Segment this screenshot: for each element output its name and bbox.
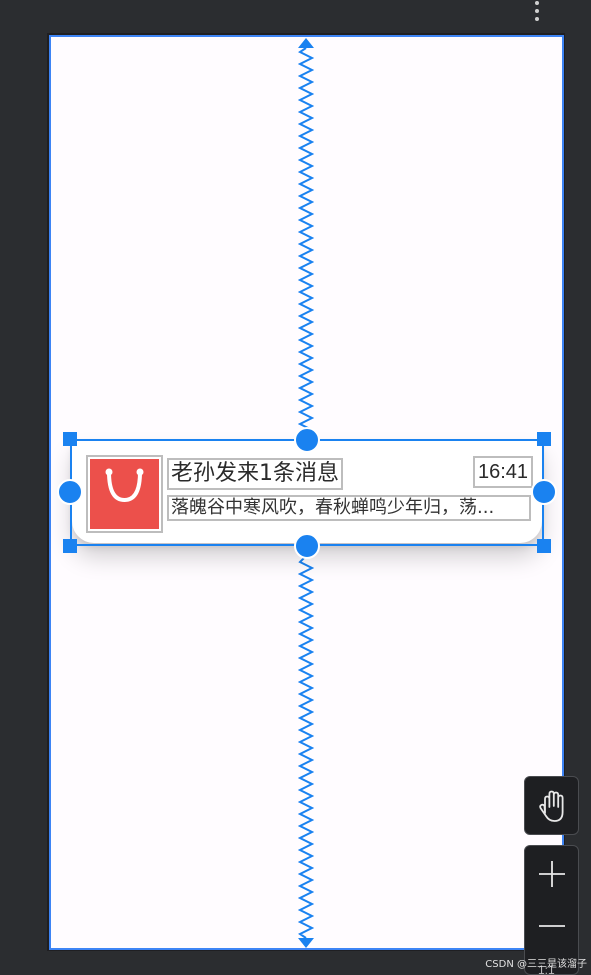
zoom-out-button[interactable] [525, 901, 580, 956]
constraint-anchor-right[interactable] [531, 479, 557, 505]
minus-icon [539, 925, 565, 927]
constraint-anchor-left[interactable] [57, 479, 83, 505]
resize-handle-bottom-right[interactable] [537, 539, 551, 553]
bottom-constraint-line[interactable] [298, 556, 314, 948]
resize-handle-bottom-left[interactable] [63, 539, 77, 553]
notification-title[interactable]: 老孙发来1条消息 [167, 458, 343, 490]
constraint-anchor-top[interactable] [294, 427, 320, 453]
layout-editor-canvas: 老孙发来1条消息 16:41 落魄谷中寒风吹，春秋蝉鸣少年归，荡... 1:1 … [0, 0, 591, 975]
shopping-bag-icon [90, 459, 159, 529]
resize-handle-top-left[interactable] [63, 432, 77, 446]
top-constraint-line[interactable] [298, 38, 314, 438]
constraint-anchor-bottom[interactable] [294, 533, 320, 559]
zoom-in-button[interactable] [525, 846, 580, 901]
watermark-text: CSDN @三三是该溜子 [485, 959, 587, 970]
notification-time[interactable]: 16:41 [473, 456, 534, 488]
app-icon-frame[interactable] [86, 455, 163, 533]
plus-icon [539, 861, 565, 887]
more-vert-icon[interactable] [531, 0, 543, 24]
pan-button[interactable] [524, 776, 579, 835]
resize-handle-top-right[interactable] [537, 432, 551, 446]
notification-content[interactable]: 落魄谷中寒风吹，春秋蝉鸣少年归，荡... [167, 495, 531, 521]
hand-pan-icon [539, 790, 564, 822]
